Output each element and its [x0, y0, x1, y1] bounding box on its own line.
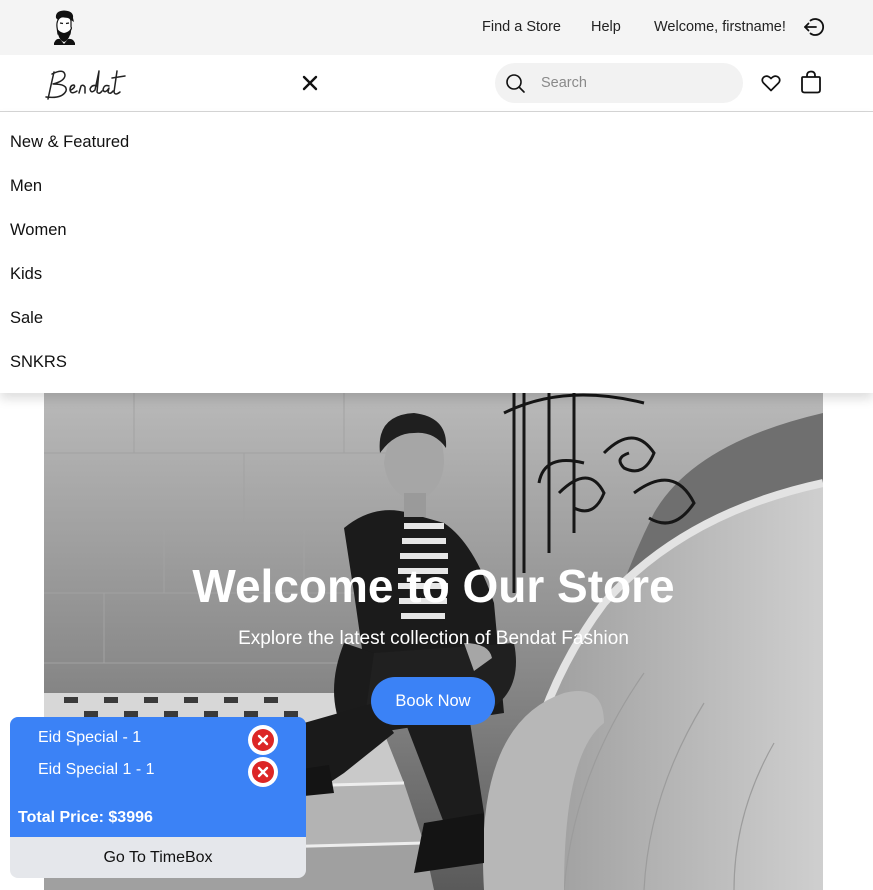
remove-item-button[interactable]: [248, 725, 278, 755]
hero-subtitle: Explore the latest collection of Bendat …: [238, 628, 629, 649]
logout-icon[interactable]: [801, 15, 825, 39]
heart-icon[interactable]: [759, 71, 783, 95]
cart-item-name: Eid Special - 1: [38, 729, 142, 746]
cart-widget: Eid Special - 1 Eid Special 1 - 1 Total …: [10, 717, 306, 878]
find-store-link[interactable]: Find a Store: [482, 18, 561, 36]
brand-portrait-icon[interactable]: [48, 9, 80, 45]
menu-item-kids[interactable]: Kids: [10, 264, 42, 284]
shopping-bag-icon[interactable]: [799, 69, 823, 95]
hero-title: Welcome to Our Store: [192, 560, 675, 612]
menu-item-men[interactable]: Men: [10, 176, 42, 196]
remove-item-button[interactable]: [248, 757, 278, 787]
menu-item-sale[interactable]: Sale: [10, 308, 43, 328]
main-nav: [0, 55, 873, 112]
cart-item-name: Eid Special 1 - 1: [38, 761, 155, 778]
cart-summary: Eid Special - 1 Eid Special 1 - 1 Total …: [10, 717, 306, 837]
book-now-button[interactable]: Book Now: [371, 677, 495, 725]
help-link[interactable]: Help: [591, 18, 621, 36]
remove-icon: [252, 729, 274, 751]
category-menu: New & Featured Men Women Kids Sale SNKRS: [0, 112, 873, 393]
search-icon[interactable]: [504, 72, 526, 94]
utility-bar: Find a Store Help Welcome, firstname!: [0, 0, 873, 55]
welcome-text: Welcome, firstname!: [654, 19, 786, 35]
menu-item-women[interactable]: Women: [10, 220, 67, 240]
bendat-logo[interactable]: [42, 63, 128, 105]
remove-icon: [252, 761, 274, 783]
search-input[interactable]: [541, 72, 731, 94]
total-price: Total Price: $3996: [18, 809, 153, 826]
close-icon[interactable]: [299, 72, 321, 94]
menu-item-snkrs[interactable]: SNKRS: [10, 352, 67, 372]
search-box[interactable]: [495, 63, 743, 103]
go-to-timebox-button[interactable]: Go To TimeBox: [10, 837, 306, 878]
menu-item-new-featured[interactable]: New & Featured: [10, 132, 129, 152]
